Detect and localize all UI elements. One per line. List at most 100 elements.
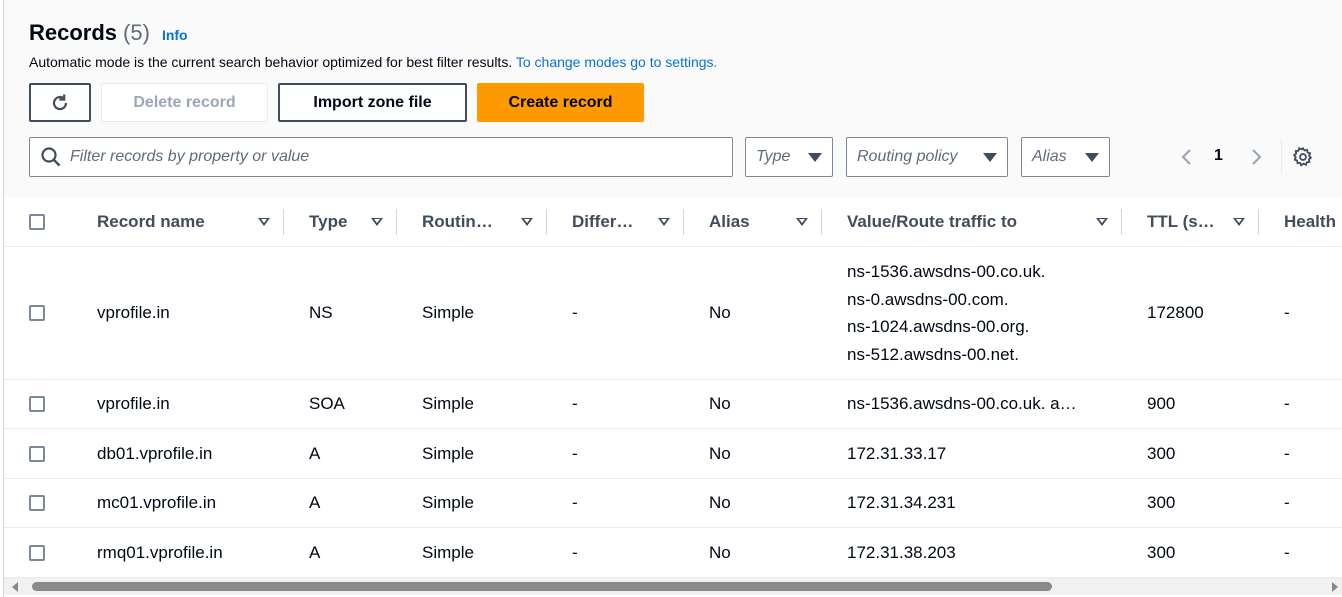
scroll-right-arrow-icon[interactable] (1332, 582, 1338, 592)
value-line: ns-1024.awsdns-00.org. (847, 317, 1030, 336)
value-line: ns-0.awsdns-00.com. (847, 289, 1009, 309)
alias-cell: No (684, 379, 822, 429)
ttl-cell: 172800 (1122, 246, 1259, 380)
ttl-cell: 300 (1122, 478, 1259, 528)
create-record-button[interactable]: Create record (477, 83, 644, 122)
column-header-alias[interactable]: Alias (684, 197, 822, 247)
row-select-cell (4, 246, 72, 380)
column-header-type[interactable]: Type (284, 197, 397, 247)
record-name-cell: db01.vprofile.in (72, 428, 284, 479)
table-header-row: Record name Type Routin… Differ… Alias V… (4, 197, 1342, 247)
value-line: ns-1536.awsdns-00.co.uk. (847, 262, 1046, 281)
value-cell: ns-1536.awsdns-00.co.uk. ns-0.awsdns-00.… (822, 246, 1122, 380)
value-line: 172.31.33.17 (847, 443, 947, 463)
health-cell: - (1259, 379, 1342, 429)
column-header-ttl[interactable]: TTL (s… (1122, 197, 1259, 247)
gear-icon[interactable] (1292, 146, 1314, 168)
select-all-checkbox[interactable] (29, 213, 45, 230)
alias-filter-label: Alias (1032, 148, 1067, 165)
page-title: Records (29, 20, 118, 45)
table-row[interactable]: mc01.vprofile.in A Simple - No 172.31.34… (4, 478, 1342, 528)
caret-down-icon (808, 152, 822, 162)
refresh-button[interactable] (29, 83, 91, 122)
value-cell: 172.31.38.203 (822, 527, 1122, 578)
value-cell: 172.31.33.17 (822, 428, 1122, 479)
table-row[interactable]: vprofile.in NS Simple - No ns-1536.awsdn… (4, 246, 1342, 380)
value-line: 172.31.38.203 (847, 542, 956, 562)
filter-search[interactable] (29, 137, 733, 177)
type-filter-select[interactable]: Type (745, 137, 833, 177)
health-cell: - (1259, 246, 1342, 380)
row-checkbox[interactable] (29, 396, 45, 412)
row-checkbox[interactable] (29, 544, 45, 561)
alias-cell: No (684, 428, 822, 479)
record-name-cell: vprofile.in (72, 379, 284, 429)
previous-page-icon[interactable] (1177, 147, 1197, 167)
record-type-cell: A (284, 478, 397, 528)
table-row[interactable]: rmq01.vprofile.in A Simple - No 172.31.3… (4, 527, 1342, 578)
column-header-value[interactable]: Value/Route traffic to (822, 197, 1122, 247)
sort-caret-icon[interactable] (1096, 217, 1108, 226)
alias-cell: No (684, 246, 822, 380)
column-header-routing[interactable]: Routin… (397, 197, 547, 247)
value-line: 172.31.34.231 (847, 493, 956, 512)
differentiator-cell: - (547, 379, 684, 429)
column-header-record-name[interactable]: Record name (72, 197, 284, 247)
routing-policy-cell: Simple (397, 527, 547, 578)
sort-caret-icon[interactable] (1233, 217, 1245, 226)
table-row[interactable]: db01.vprofile.in A Simple - No 172.31.33… (4, 428, 1342, 479)
value-cell: ns-1536.awsdns-00.co.uk. a… (822, 379, 1122, 429)
sort-caret-icon[interactable] (258, 217, 270, 226)
column-label: Routin… (422, 211, 493, 231)
sort-caret-icon[interactable] (371, 217, 383, 226)
differentiator-cell: - (547, 246, 684, 380)
differentiator-cell: - (547, 428, 684, 479)
import-zone-file-button[interactable]: Import zone file (278, 83, 467, 122)
health-cell: - (1259, 478, 1342, 528)
column-label: Differ… (572, 211, 634, 231)
current-page-number[interactable]: 1 (1214, 147, 1223, 165)
differentiator-cell: - (547, 527, 684, 578)
refresh-icon (52, 94, 68, 110)
routing-policy-cell: Simple (397, 428, 547, 479)
settings-link[interactable]: To change modes go to settings. (516, 54, 718, 70)
sort-caret-icon[interactable] (521, 217, 533, 226)
ttl-cell: 300 (1122, 428, 1259, 479)
sort-caret-icon[interactable] (796, 217, 808, 226)
description-text: Automatic mode is the current search beh… (29, 54, 513, 70)
next-page-icon[interactable] (1246, 147, 1266, 167)
row-checkbox[interactable] (29, 305, 45, 321)
value-list: ns-1536.awsdns-00.co.uk. ns-0.awsdns-00.… (847, 247, 1122, 379)
alias-filter-select[interactable]: Alias (1021, 137, 1110, 177)
value-cell: 172.31.34.231 (822, 478, 1122, 528)
scrollbar-thumb[interactable] (32, 582, 1052, 591)
title-row: Records (5) Info (29, 20, 188, 46)
routing-filter-label: Routing policy (857, 148, 958, 165)
ttl-cell: 900 (1122, 379, 1259, 429)
search-input[interactable] (68, 147, 712, 167)
table-row[interactable]: vprofile.in SOA Simple - No ns-1536.awsd… (4, 379, 1342, 429)
column-label: Type (309, 211, 348, 231)
column-header-health[interactable]: Health (1259, 197, 1342, 247)
value-line: ns-512.awsdns-00.net. (847, 344, 1019, 364)
type-filter-label: Type (756, 148, 791, 165)
select-all-header (4, 197, 72, 247)
row-checkbox[interactable] (29, 445, 45, 462)
value-line: ns-1536.awsdns-00.co.uk. a… (847, 394, 1077, 413)
routing-policy-cell: Simple (397, 246, 547, 380)
column-header-differentiator[interactable]: Differ… (547, 197, 684, 247)
delete-record-button[interactable]: Delete record (101, 83, 268, 122)
horizontal-scrollbar[interactable] (4, 578, 1342, 595)
records-header: Records (5) Info Automatic mode is the c… (4, 0, 1342, 197)
routing-policy-cell: Simple (397, 379, 547, 429)
sort-caret-icon[interactable] (658, 217, 670, 226)
info-link[interactable]: Info (162, 27, 188, 43)
ttl-cell: 300 (1122, 527, 1259, 578)
column-label: Value/Route traffic to (847, 211, 1018, 231)
row-checkbox[interactable] (29, 495, 45, 511)
record-type-cell: A (284, 527, 397, 578)
row-select-cell (4, 527, 72, 578)
routing-policy-filter-select[interactable]: Routing policy (846, 137, 1008, 177)
scroll-left-arrow-icon[interactable] (12, 582, 18, 592)
column-label: Health (1284, 211, 1336, 231)
